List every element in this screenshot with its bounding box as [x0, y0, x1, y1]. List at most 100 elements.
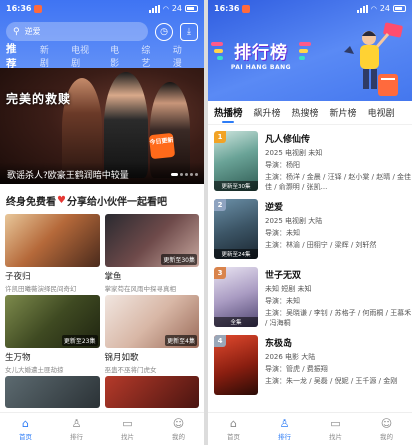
category-tabs: 推荐 新剧 电视剧 电影 综艺 动漫	[0, 41, 204, 71]
video-name: 掌鱼	[104, 272, 122, 282]
share-section-title: 终身免费看 ♥ 分享给小伙伴一起看吧	[0, 184, 204, 214]
video-card[interactable]: 更新至30集 掌鱼 掌家苟在风雨中探寻真相	[104, 214, 199, 295]
ranking-icon: ♙	[279, 417, 290, 430]
episode-badge: 更新至30集	[214, 181, 258, 191]
ranking-item[interactable]: 3 全集 世子无双 未知 短剧 未知 导演：未知 主演：吴晓谦 / 李钊 / 苏…	[214, 267, 412, 335]
episode-badge: 全集	[214, 317, 258, 327]
tabbar-mine[interactable]: ☺ 我的	[153, 413, 204, 445]
tab-movie[interactable]: 电影	[110, 43, 125, 69]
video-grid: 子夜归 许凯田曦薇演绎民间奇幻 更新至30集 掌鱼 掌家苟在风雨中探寻真相 更新…	[0, 214, 204, 408]
status-time: 16:36	[214, 4, 240, 13]
rank-number: 4	[214, 335, 226, 347]
ranking-cast: 主演：吴晓谦 / 李钊 / 苏格子 / 何雨桐 / 王慕禾 / 冯海桐	[265, 309, 412, 327]
video-desc: 许凯田曦薇演绎民间奇幻	[5, 285, 77, 293]
ranking-title: 凡人修仙传	[265, 135, 311, 145]
video-poster	[5, 376, 100, 408]
ranking-cast: 主演：朱一龙 / 吴磊 / 倪妮 / 王千源 / 金刚	[265, 377, 398, 385]
tab-new-drama[interactable]: 新剧	[40, 43, 55, 69]
signal-icon	[356, 4, 368, 13]
history-icon[interactable]: ◷	[155, 22, 173, 41]
tabbar-find[interactable]: ▭ 找片	[310, 413, 361, 445]
tab-variety[interactable]: 综艺	[141, 43, 156, 69]
video-card[interactable]: 更新至4集 锦月如歌 巫蛊不巫将门虎女	[104, 295, 199, 376]
video-desc: 女儿大婚遭土匪劫掠	[5, 366, 64, 374]
ranking-director: 导演：未知	[265, 297, 300, 305]
tab-anime[interactable]: 动漫	[173, 43, 188, 69]
video-poster	[5, 214, 100, 267]
video-desc: 巫蛊不巫将门虎女	[104, 366, 157, 374]
video-name: 生万物	[5, 353, 31, 363]
episode-badge: 更新至24集	[214, 249, 258, 259]
ranking-meta: 未知 短剧 未知	[265, 285, 312, 293]
video-card[interactable]: 更新至23集 生万物 女儿大婚遭土匪劫掠	[5, 295, 100, 376]
ranking-poster: 1 更新至30集	[214, 131, 258, 191]
bottom-tab-bar: ⌂ 首页 ♙ 排行 ▭ 找片 ☺ 我的	[0, 412, 204, 445]
banner-title-art: 完美的救赎	[6, 92, 72, 106]
home-screen: 16:36 ◠ 24 ⚲ 逆爱 ◷ ⤓ 推荐 新剧 电视剧 电影 综艺 动漫 完…	[0, 0, 204, 445]
video-card[interactable]	[104, 376, 199, 408]
ranking-cast: 主演：林渝 / 田栩宁 / 梁辉 / 刘轩然	[265, 241, 377, 249]
decoration-wing	[299, 42, 313, 68]
tabbar-label: 找片	[121, 433, 134, 441]
search-icon: ⚲	[13, 26, 20, 37]
signal-icon	[148, 4, 160, 13]
ranking-title: 排行榜	[234, 43, 288, 63]
tab-recommend[interactable]: 推荐	[6, 41, 24, 71]
ranking-list: 1 更新至30集 凡人修仙传 2025 电视剧 未知 导演：杨阳 主演：杨洋 /…	[208, 125, 412, 403]
ranking-screen: 16:36 ◠ 24 排行榜 PAI HANG BANG 热播榜 飙升榜 热搜榜…	[208, 0, 412, 445]
home-icon: ⌂	[22, 417, 29, 430]
battery-level: 24	[379, 4, 390, 13]
featured-banner[interactable]: 完美的救赎 今日更新 歌谣杀人?欧豪王鹤润暗中较量	[0, 68, 204, 184]
section-title-part: 分享给小伙伴一起看吧	[66, 197, 167, 208]
tabbar-label: 排行	[278, 433, 291, 441]
tabbar-home[interactable]: ⌂ 首页	[208, 413, 259, 445]
tab-new-release[interactable]: 新片榜	[330, 106, 357, 124]
tab-tv-series[interactable]: 电视剧	[368, 106, 395, 124]
section-title-part: 终身免费看	[6, 197, 56, 208]
battery-icon	[185, 5, 198, 12]
tab-tv-series[interactable]: 电视剧	[71, 43, 94, 69]
user-icon: ☺	[172, 417, 185, 430]
ranking-item[interactable]: 4 东极岛 2026 电影 大陆 导演：管虎 / 费振翔 主演：朱一龙 / 吴磊…	[214, 335, 412, 403]
notification-icon	[242, 4, 251, 13]
ranking-item[interactable]: 1 更新至30集 凡人修仙传 2025 电视剧 未知 导演：杨阳 主演：杨洋 /…	[214, 131, 412, 199]
video-card[interactable]: 子夜归 许凯田曦薇演绎民间奇幻	[5, 214, 100, 295]
tab-hot-play[interactable]: 热播榜	[214, 105, 243, 124]
tab-rising[interactable]: 飙升榜	[254, 106, 281, 124]
status-time: 16:36	[6, 4, 32, 13]
tabbar-label: 首页	[227, 433, 240, 441]
ranking-director: 导演：管虎 / 费振翔	[265, 365, 328, 373]
tab-hot-search[interactable]: 热搜榜	[292, 106, 319, 124]
video-icon: ▭	[330, 417, 341, 430]
ranking-title-art: 排行榜 PAI HANG BANG	[223, 36, 299, 76]
update-sticker: 今日更新	[148, 132, 176, 160]
video-poster: 更新至30集	[104, 214, 199, 267]
battery-icon	[393, 5, 406, 12]
ranking-director: 导演：杨阳	[265, 161, 300, 169]
ranking-subtitle: PAI HANG BANG	[230, 64, 292, 71]
ranking-poster: 4	[214, 335, 258, 395]
ranking-item[interactable]: 2 更新至24集 逆爱 2025 电视剧 大陆 导演：未知 主演：林渝 / 田栩…	[214, 199, 412, 267]
video-poster: 更新至4集	[104, 295, 199, 348]
tabbar-home[interactable]: ⌂ 首页	[0, 413, 51, 445]
home-header: 16:36 ◠ 24 ⚲ 逆爱 ◷ ⤓ 推荐 新剧 电视剧 电影 综艺 动漫	[0, 0, 204, 71]
rank-number: 3	[214, 267, 226, 279]
ranking-hero: 16:36 ◠ 24 排行榜 PAI HANG BANG	[208, 0, 412, 101]
tabbar-ranking[interactable]: ♙ 排行	[51, 413, 102, 445]
ranking-poster: 2 更新至24集	[214, 199, 258, 259]
ranking-title: 世子无双	[265, 271, 302, 281]
carousel-indicator	[171, 173, 198, 176]
tabbar-mine[interactable]: ☺ 我的	[361, 413, 412, 445]
video-icon: ▭	[122, 417, 133, 430]
video-card[interactable]	[5, 376, 100, 408]
battery-level: 24	[171, 4, 182, 13]
home-icon: ⌂	[230, 417, 237, 430]
ranking-poster: 3 全集	[214, 267, 258, 327]
tabbar-ranking[interactable]: ♙ 排行	[259, 413, 310, 445]
bottom-tab-bar: ⌂ 首页 ♙ 排行 ▭ 找片 ☺ 我的	[208, 412, 412, 445]
status-bar: 16:36 ◠ 24	[0, 0, 204, 17]
search-input[interactable]: ⚲ 逆爱	[6, 22, 148, 41]
download-icon[interactable]: ⤓	[180, 22, 198, 41]
tabbar-find[interactable]: ▭ 找片	[102, 413, 153, 445]
rank-number: 2	[214, 199, 226, 211]
